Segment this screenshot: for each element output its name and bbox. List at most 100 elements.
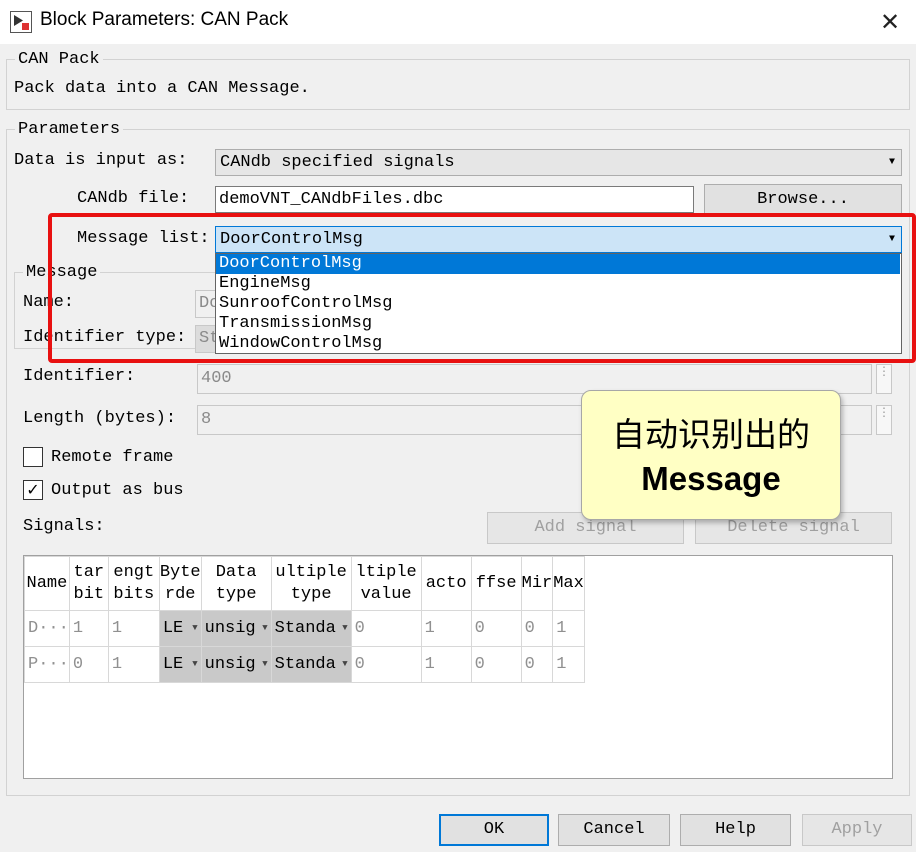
table-cell[interactable]: 1: [420, 646, 472, 683]
table-cell[interactable]: 1: [552, 646, 585, 683]
close-icon[interactable]: ✕: [876, 8, 904, 36]
cell-value: LE: [162, 619, 184, 638]
chevron-down-icon: ▼: [888, 157, 895, 168]
cancel-button[interactable]: Cancel: [558, 814, 670, 846]
table-cell[interactable]: 1: [552, 610, 585, 647]
signals-grid: Name tar bit engt bits Byte rde Data type ultiple…: [24, 556, 585, 683]
browse-button[interactable]: Browse...: [704, 184, 902, 215]
apply-button[interactable]: Apply: [802, 814, 912, 846]
column-header-text: bits: [113, 584, 155, 604]
column-header[interactable]: engt bits: [107, 556, 160, 611]
table-cell[interactable]: 0: [350, 646, 422, 683]
table-cell[interactable]: 0: [350, 610, 422, 647]
cell-value: 1: [556, 619, 567, 638]
cell-value: 0: [524, 655, 535, 674]
help-button[interactable]: Help: [680, 814, 791, 846]
table-cell[interactable]: 1: [107, 610, 160, 647]
column-header[interactable]: Byte rde: [158, 556, 202, 611]
length-spinner[interactable]: ⋮: [876, 405, 892, 435]
table-cell[interactable]: 1: [420, 610, 472, 647]
table-cell[interactable]: 0: [520, 646, 554, 683]
candb-file-field[interactable]: demoVNT_CANdbFiles.dbc: [215, 186, 694, 213]
table-cell-select[interactable]: Standa ▼: [270, 610, 352, 647]
cell-value: 0: [474, 655, 485, 674]
length-label: Length (bytes):: [23, 409, 177, 428]
column-header-text: ffse: [475, 573, 517, 593]
table-header-row: Name tar bit engt bits Byte rde Data type ultiple…: [24, 556, 585, 611]
callout-line-1: 自动识别出的: [612, 415, 810, 454]
column-header[interactable]: ultiple type: [270, 556, 352, 611]
cell-value: 0: [354, 619, 365, 638]
table-cell[interactable]: 1: [107, 646, 160, 683]
chevron-down-icon: ▼: [342, 623, 348, 633]
column-header-text: type: [215, 584, 257, 604]
simulink-block-icon: [10, 11, 32, 33]
table-cell-select[interactable]: Standa ▼: [270, 646, 352, 683]
cell-value: 0: [72, 655, 84, 674]
column-header-text: ultiple: [275, 562, 347, 582]
chevron-down-icon: ▼: [262, 659, 268, 669]
column-header-text: tar: [73, 562, 105, 582]
chevron-down-icon: ▼: [192, 659, 198, 669]
cell-value: P···: [28, 655, 69, 674]
callout-line-2: Message: [641, 460, 781, 497]
window-title: Block Parameters: CAN Pack: [40, 9, 289, 30]
cell-value: unsig: [204, 619, 256, 638]
output-as-bus-label: Output as bus: [51, 481, 184, 500]
column-header[interactable]: Name: [24, 556, 70, 611]
cell-value: 1: [111, 619, 123, 638]
column-header-text: bit: [73, 584, 105, 604]
table-cell[interactable]: 0: [470, 646, 522, 683]
identifier-spinner[interactable]: ⋮: [876, 364, 892, 394]
data-input-label: Data is input as:: [14, 151, 188, 170]
cell-value: Standa: [274, 655, 336, 674]
data-input-select[interactable]: CANdb specified signals ▼: [215, 149, 902, 176]
remote-frame-checkbox[interactable]: [23, 447, 43, 467]
highlight-box: [48, 213, 916, 363]
column-header[interactable]: Max: [552, 556, 585, 611]
signals-label: Signals:: [23, 517, 105, 536]
chevron-down-icon: ▼: [192, 623, 198, 633]
identifier-label: Identifier:: [23, 367, 136, 386]
cell-value: unsig: [204, 655, 256, 674]
cell-value: 1: [72, 619, 84, 638]
candb-file-label: CANdb file:: [77, 189, 190, 208]
cell-value: 1: [111, 655, 123, 674]
block-description: Pack data into a CAN Message.: [14, 79, 310, 98]
checkmark-icon: ✓: [26, 480, 40, 499]
column-header-text: ltiple: [355, 562, 417, 582]
cell-value: D···: [28, 619, 69, 638]
column-header[interactable]: Data type: [200, 556, 272, 611]
column-header-text: Byte: [159, 562, 201, 582]
chevron-down-icon: ▼: [342, 659, 348, 669]
column-header[interactable]: Mir: [520, 556, 554, 611]
column-header[interactable]: ffse: [470, 556, 522, 611]
table-cell[interactable]: D···: [24, 610, 70, 647]
column-header[interactable]: tar bit: [68, 556, 109, 611]
output-as-bus-checkbox[interactable]: ✓: [23, 480, 43, 500]
cell-value: 1: [556, 655, 567, 674]
column-header-text: engt: [113, 562, 155, 582]
cell-value: LE: [162, 655, 184, 674]
column-header-text: type: [290, 584, 332, 604]
ok-button[interactable]: OK: [439, 814, 549, 846]
table-cell-select[interactable]: unsig ▼: [200, 646, 272, 683]
column-header-text: rde: [164, 584, 196, 604]
cell-value: 0: [354, 655, 365, 674]
table-row: P··· 0 1 LE ▼ unsig ▼ Standa ▼ 0 1 0 0 1: [24, 646, 585, 683]
parameters-legend: Parameters: [18, 120, 121, 139]
table-cell-select[interactable]: unsig ▼: [200, 610, 272, 647]
title-bar: Block Parameters: CAN Pack ✕: [0, 0, 916, 44]
column-header-text: Data: [215, 562, 257, 582]
cell-value: 0: [524, 619, 535, 638]
column-header[interactable]: ltiple value: [350, 556, 422, 611]
table-cell[interactable]: 0: [68, 646, 109, 683]
table-cell[interactable]: 0: [520, 610, 554, 647]
table-cell[interactable]: 0: [470, 610, 522, 647]
column-header[interactable]: acto: [420, 556, 472, 611]
table-cell[interactable]: P···: [24, 646, 70, 683]
table-cell[interactable]: 1: [68, 610, 109, 647]
table-cell-select[interactable]: LE ▼: [158, 610, 202, 647]
block-name-legend: CAN Pack: [18, 50, 100, 69]
table-cell-select[interactable]: LE ▼: [158, 646, 202, 683]
